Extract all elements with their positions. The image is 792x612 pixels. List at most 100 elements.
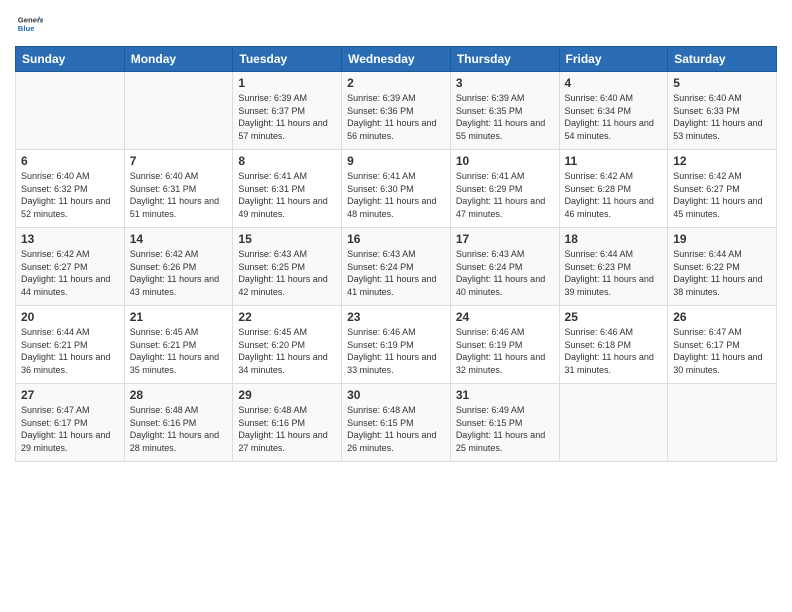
day-cell: 4 Sunrise: 6:40 AM Sunset: 6:34 PM Daylig…: [559, 72, 668, 150]
day-info: Sunrise: 6:44 AM Sunset: 6:23 PM Dayligh…: [565, 248, 663, 298]
day-number: 10: [456, 154, 554, 168]
day-cell: [668, 384, 777, 462]
col-header-friday: Friday: [559, 47, 668, 72]
day-number: 19: [673, 232, 771, 246]
day-number: 15: [238, 232, 336, 246]
day-cell: 1Sunrise: 6:39 AM Sunset: 6:37 PM Daylig…: [233, 72, 342, 150]
day-number: 3: [456, 76, 554, 90]
day-number: 21: [130, 310, 228, 324]
day-info: Sunrise: 6:40 AM Sunset: 6:31 PM Dayligh…: [130, 170, 228, 220]
day-cell: 26 Sunrise: 6:47 AM Sunset: 6:17 PM Dayli…: [668, 306, 777, 384]
day-cell: 29Sunrise: 6:48 AM Sunset: 6:16 PM Dayli…: [233, 384, 342, 462]
day-cell: 14 Sunrise: 6:42 AM Sunset: 6:26 PM Dayli…: [124, 228, 233, 306]
day-info: Sunrise: 6:41 AM Sunset: 6:30 PM Dayligh…: [347, 170, 445, 220]
day-info: Sunrise: 6:40 AM Sunset: 6:32 PM Dayligh…: [21, 170, 119, 220]
day-number: 23: [347, 310, 445, 324]
day-number: 18: [565, 232, 663, 246]
day-number: 2: [347, 76, 445, 90]
day-cell: 30 Sunrise: 6:48 AM Sunset: 6:15 PM Dayli…: [342, 384, 451, 462]
day-info: Sunrise: 6:41 AM Sunset: 6:31 PM Dayligh…: [238, 170, 336, 220]
day-info: Sunrise: 6:39 AM Sunset: 6:37 PM Dayligh…: [238, 92, 336, 142]
calendar-table: SundayMondayTuesdayWednesdayThursdayFrid…: [15, 46, 777, 462]
col-header-thursday: Thursday: [450, 47, 559, 72]
day-info: Sunrise: 6:42 AM Sunset: 6:26 PM Dayligh…: [130, 248, 228, 298]
day-number: 9: [347, 154, 445, 168]
day-cell: 28Sunrise: 6:48 AM Sunset: 6:16 PM Dayli…: [124, 384, 233, 462]
day-info: Sunrise: 6:43 AM Sunset: 6:24 PM Dayligh…: [456, 248, 554, 298]
day-info: Sunrise: 6:41 AM Sunset: 6:29 PM Dayligh…: [456, 170, 554, 220]
day-cell: 8 Sunrise: 6:41 AM Sunset: 6:31 PM Daylig…: [233, 150, 342, 228]
day-info: Sunrise: 6:40 AM Sunset: 6:34 PM Dayligh…: [565, 92, 663, 142]
day-number: 8: [238, 154, 336, 168]
col-header-sunday: Sunday: [16, 47, 125, 72]
svg-text:Blue: Blue: [18, 24, 35, 33]
day-number: 7: [130, 154, 228, 168]
day-info: Sunrise: 6:47 AM Sunset: 6:17 PM Dayligh…: [21, 404, 119, 454]
day-cell: 19 Sunrise: 6:44 AM Sunset: 6:22 PM Dayli…: [668, 228, 777, 306]
day-info: Sunrise: 6:46 AM Sunset: 6:19 PM Dayligh…: [347, 326, 445, 376]
week-row-3: 13 Sunrise: 6:42 AM Sunset: 6:27 PM Dayli…: [16, 228, 777, 306]
day-cell: 15 Sunrise: 6:43 AM Sunset: 6:25 PM Dayli…: [233, 228, 342, 306]
day-info: Sunrise: 6:47 AM Sunset: 6:17 PM Dayligh…: [673, 326, 771, 376]
day-info: Sunrise: 6:39 AM Sunset: 6:36 PM Dayligh…: [347, 92, 445, 142]
day-cell: 13 Sunrise: 6:42 AM Sunset: 6:27 PM Dayli…: [16, 228, 125, 306]
logo-icon: General Blue: [15, 10, 43, 38]
day-info: Sunrise: 6:48 AM Sunset: 6:15 PM Dayligh…: [347, 404, 445, 454]
day-info: Sunrise: 6:43 AM Sunset: 6:25 PM Dayligh…: [238, 248, 336, 298]
col-header-monday: Monday: [124, 47, 233, 72]
day-number: 11: [565, 154, 663, 168]
day-cell: 9 Sunrise: 6:41 AM Sunset: 6:30 PM Daylig…: [342, 150, 451, 228]
day-cell: 12 Sunrise: 6:42 AM Sunset: 6:27 PM Dayli…: [668, 150, 777, 228]
day-number: 14: [130, 232, 228, 246]
day-cell: 23 Sunrise: 6:46 AM Sunset: 6:19 PM Dayli…: [342, 306, 451, 384]
day-info: Sunrise: 6:39 AM Sunset: 6:35 PM Dayligh…: [456, 92, 554, 142]
header-row: SundayMondayTuesdayWednesdayThursdayFrid…: [16, 47, 777, 72]
day-number: 25: [565, 310, 663, 324]
day-info: Sunrise: 6:42 AM Sunset: 6:27 PM Dayligh…: [21, 248, 119, 298]
day-cell: 25 Sunrise: 6:46 AM Sunset: 6:18 PM Dayli…: [559, 306, 668, 384]
day-info: Sunrise: 6:43 AM Sunset: 6:24 PM Dayligh…: [347, 248, 445, 298]
day-number: 13: [21, 232, 119, 246]
day-info: Sunrise: 6:48 AM Sunset: 6:16 PM Dayligh…: [130, 404, 228, 454]
week-row-5: 27 Sunrise: 6:47 AM Sunset: 6:17 PM Dayli…: [16, 384, 777, 462]
day-cell: 11 Sunrise: 6:42 AM Sunset: 6:28 PM Dayli…: [559, 150, 668, 228]
day-cell: [124, 72, 233, 150]
day-cell: 17 Sunrise: 6:43 AM Sunset: 6:24 PM Dayli…: [450, 228, 559, 306]
day-info: Sunrise: 6:44 AM Sunset: 6:22 PM Dayligh…: [673, 248, 771, 298]
day-info: Sunrise: 6:48 AM Sunset: 6:16 PM Dayligh…: [238, 404, 336, 454]
day-cell: 24Sunrise: 6:46 AM Sunset: 6:19 PM Dayli…: [450, 306, 559, 384]
day-info: Sunrise: 6:42 AM Sunset: 6:28 PM Dayligh…: [565, 170, 663, 220]
day-info: Sunrise: 6:45 AM Sunset: 6:20 PM Dayligh…: [238, 326, 336, 376]
day-info: Sunrise: 6:45 AM Sunset: 6:21 PM Dayligh…: [130, 326, 228, 376]
day-number: 31: [456, 388, 554, 402]
day-cell: 21 Sunrise: 6:45 AM Sunset: 6:21 PM Dayli…: [124, 306, 233, 384]
day-cell: 5 Sunrise: 6:40 AM Sunset: 6:33 PM Daylig…: [668, 72, 777, 150]
header: General Blue: [15, 10, 777, 38]
col-header-wednesday: Wednesday: [342, 47, 451, 72]
day-number: 4: [565, 76, 663, 90]
day-cell: 31 Sunrise: 6:49 AM Sunset: 6:15 PM Dayli…: [450, 384, 559, 462]
day-cell: 18 Sunrise: 6:44 AM Sunset: 6:23 PM Dayli…: [559, 228, 668, 306]
day-number: 22: [238, 310, 336, 324]
day-cell: 6Sunrise: 6:40 AM Sunset: 6:32 PM Daylig…: [16, 150, 125, 228]
day-number: 27: [21, 388, 119, 402]
day-number: 17: [456, 232, 554, 246]
day-cell: 27 Sunrise: 6:47 AM Sunset: 6:17 PM Dayli…: [16, 384, 125, 462]
day-cell: 7 Sunrise: 6:40 AM Sunset: 6:31 PM Daylig…: [124, 150, 233, 228]
day-number: 26: [673, 310, 771, 324]
page-container: General Blue SundayMondayTuesdayWednesda…: [0, 0, 792, 472]
week-row-4: 20Sunrise: 6:44 AM Sunset: 6:21 PM Dayli…: [16, 306, 777, 384]
day-number: 30: [347, 388, 445, 402]
day-number: 5: [673, 76, 771, 90]
day-info: Sunrise: 6:46 AM Sunset: 6:18 PM Dayligh…: [565, 326, 663, 376]
day-info: Sunrise: 6:46 AM Sunset: 6:19 PM Dayligh…: [456, 326, 554, 376]
day-info: Sunrise: 6:49 AM Sunset: 6:15 PM Dayligh…: [456, 404, 554, 454]
day-cell: 16Sunrise: 6:43 AM Sunset: 6:24 PM Dayli…: [342, 228, 451, 306]
day-info: Sunrise: 6:42 AM Sunset: 6:27 PM Dayligh…: [673, 170, 771, 220]
week-row-2: 6Sunrise: 6:40 AM Sunset: 6:32 PM Daylig…: [16, 150, 777, 228]
day-info: Sunrise: 6:40 AM Sunset: 6:33 PM Dayligh…: [673, 92, 771, 142]
day-number: 12: [673, 154, 771, 168]
day-cell: [559, 384, 668, 462]
col-header-saturday: Saturday: [668, 47, 777, 72]
day-info: Sunrise: 6:44 AM Sunset: 6:21 PM Dayligh…: [21, 326, 119, 376]
